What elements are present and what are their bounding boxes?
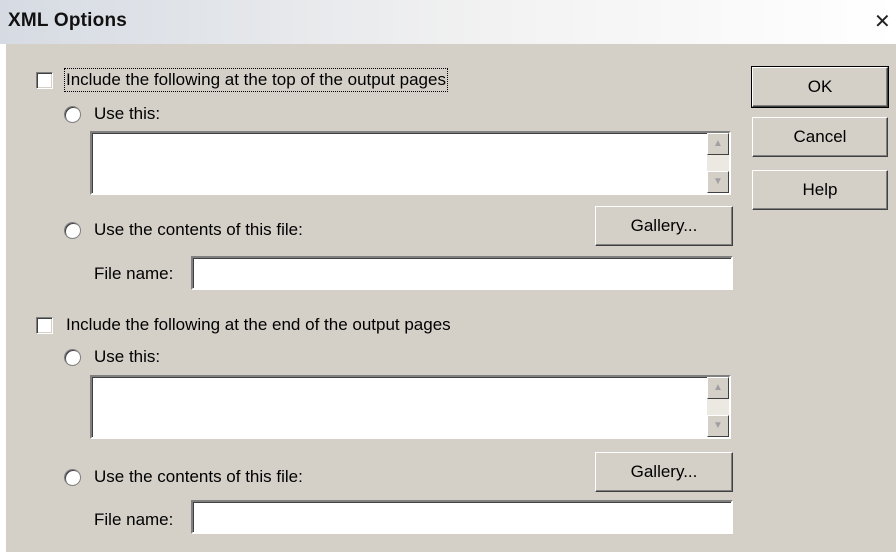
end-file-name-input[interactable]: [191, 500, 733, 534]
include-end-label[interactable]: Include the following at the end of the …: [66, 315, 451, 335]
window-edge: [0, 44, 6, 552]
end-text-scrollbar[interactable]: ▲ ▼: [707, 377, 729, 437]
window-bottom-edge: [0, 552, 896, 558]
help-button[interactable]: Help: [752, 170, 888, 210]
end-use-file-label[interactable]: Use the contents of this file:: [94, 467, 303, 487]
top-file-name-input[interactable]: [191, 256, 733, 290]
top-gallery-button[interactable]: Gallery...: [595, 206, 733, 246]
dialog-title: XML Options: [8, 10, 128, 31]
include-top-label[interactable]: Include the following at the top of the …: [64, 68, 448, 92]
cancel-button[interactable]: Cancel: [752, 117, 888, 157]
end-use-this-radio[interactable]: [64, 349, 81, 366]
top-text-scrollbar[interactable]: ▲ ▼: [707, 133, 729, 193]
top-use-file-label[interactable]: Use the contents of this file:: [94, 220, 303, 240]
end-file-name-label: File name:: [94, 510, 174, 529]
ok-button[interactable]: OK: [751, 66, 889, 108]
scroll-down-icon[interactable]: ▼: [707, 415, 729, 437]
top-text-area[interactable]: ▲ ▼: [90, 131, 731, 195]
include-end-checkbox[interactable]: [36, 317, 53, 334]
scroll-down-icon[interactable]: ▼: [707, 171, 729, 193]
include-top-checkbox[interactable]: [36, 72, 53, 89]
close-icon[interactable]: ✕: [874, 12, 896, 32]
top-use-file-radio[interactable]: [64, 222, 81, 239]
top-use-this-label[interactable]: Use this:: [94, 104, 160, 124]
end-use-this-label[interactable]: Use this:: [94, 347, 160, 367]
title-bar: XML Options ✕: [0, 0, 896, 44]
top-file-name-label: File name:: [94, 264, 174, 283]
scroll-up-icon[interactable]: ▲: [707, 377, 729, 399]
scroll-up-icon[interactable]: ▲: [707, 133, 729, 155]
end-gallery-button[interactable]: Gallery...: [595, 452, 733, 492]
end-text-area[interactable]: ▲ ▼: [90, 375, 731, 439]
end-use-file-radio[interactable]: [64, 469, 81, 486]
xml-options-dialog: XML Options ✕ Include the following at t…: [0, 0, 896, 558]
top-use-this-radio[interactable]: [64, 106, 81, 123]
